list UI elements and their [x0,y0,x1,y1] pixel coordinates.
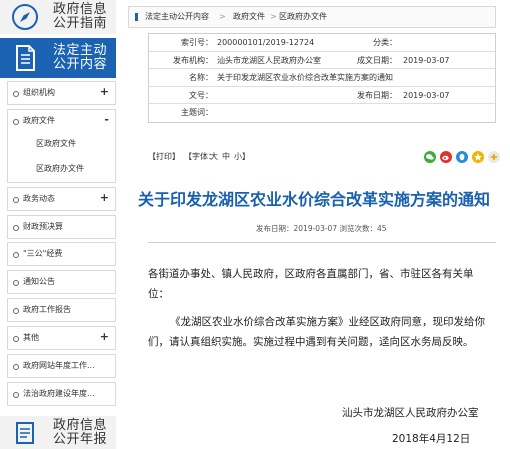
body-paragraph-line1: 《龙湖区农业水价综合改革实施方案》业经区政府同意，现印发给你 [170,316,485,328]
name-label: 名称： [189,73,213,82]
bullet-icon [13,252,19,258]
breadcrumb-separator: > [270,12,277,21]
gov-info-annual-report-header[interactable]: 政府信息 公开年报 [0,416,116,449]
weibo-icon[interactable] [440,151,452,163]
breadcrumb-item-statutory[interactable]: 法定主动公开内容 [145,7,209,27]
gov-info-guide-line2: 公开指南 [52,16,107,31]
breadcrumb-item-gov-docs[interactable]: 政府文件 [233,7,265,27]
publisher-value: 汕头市龙湖区人民政府办公室 [217,55,321,65]
document-meta-table: 索引号： 200000101/2019-12724 分类： 发布机构： 汕头市龙… [148,33,496,123]
breadcrumb-separator: > [219,12,226,21]
sidebar-item-label: 政府工作报告 [23,305,71,314]
wechat-icon[interactable] [424,151,436,163]
print-button[interactable]: 【打印】 [148,151,180,163]
bullet-icon [13,119,19,125]
sidebar-item-label: 政府文件 [23,116,55,125]
sidebar-item-label: 组织机构 [23,88,55,97]
signoff-organization: 汕头市龙湖区人民政府办公室 [342,407,479,419]
sidebar-item-label: 政府网站年度工作... [23,361,95,370]
sidebar-item-label: 财政预决算 [23,222,63,231]
signoff-date: 2018年4月12日 [392,433,471,445]
bullet-icon [13,197,19,203]
gov-info-guide-line1: 政府信息 [52,2,107,17]
publisher-label: 发布机构： [173,55,213,65]
document-publish-info: 发布日期：2019-03-07 浏览次数：45 [256,224,387,233]
sidebar: 政府信息 公开指南 法定主动 公开内容 组织机构 + 政府文件 - 区政府文件 … [0,0,116,449]
sidebar-item-law-annual[interactable]: 法治政府建设年度... [7,382,116,406]
document-icon [16,45,35,71]
publish-date-label: 发布日期： [357,90,397,100]
bullet-icon [13,91,19,97]
category-label: 分类： [373,38,397,47]
doc-number-label: 文号： [189,90,213,100]
sidebar-item-label: "三公"经费 [23,249,63,258]
gov-info-guide-header[interactable]: 政府信息 公开指南 [0,0,116,34]
expand-icon[interactable]: + [100,85,109,99]
sidebar-item-label: 其他 [23,333,39,342]
index-value: 200000101/2019-12724 [217,38,315,47]
statutory-disclosure-line1: 法定主动 [52,43,107,58]
sidebar-item-notice[interactable]: 通知公告 [7,270,116,294]
compass-icon [12,4,38,30]
keywords-label: 主题词： [181,108,213,117]
qq-icon[interactable] [456,151,468,163]
expand-icon[interactable]: + [100,191,109,205]
sidebar-item-docs[interactable]: 政府文件 - 区政府文件 区政府办文件 [7,109,116,183]
meta-row: 发布机构： 汕头市龙湖区人民政府办公室 成文日期： 2019-03-07 [149,52,495,69]
font-size-suffix: 】 [242,152,250,161]
sidebar-item-report[interactable]: 政府工作报告 [7,298,116,322]
sidebar-item-label: 通知公告 [23,277,55,286]
index-label: 索引号： [181,38,213,47]
share-icon[interactable] [488,151,500,163]
sidebar-subitem-office-docs[interactable]: 区政府办文件 [36,163,84,175]
font-small-button[interactable]: 小 [234,151,242,163]
annual-report-line1: 政府信息 [52,418,107,433]
sidebar-item-affairs[interactable]: 政务动态 + [7,187,116,211]
meta-row: 文号： 发布日期： 2019-03-07 [149,87,495,104]
sidebar-item-label: 政务动态 [23,194,55,203]
bullet-icon [13,364,19,370]
written-date-value: 2019-03-07 [403,55,450,65]
annual-report-icon [16,422,34,444]
qzone-icon[interactable] [472,151,484,163]
bullet-icon [13,225,19,231]
salutation-line2: 位： [148,288,169,300]
written-date-label: 成文日期： [357,55,397,65]
sidebar-item-sangong[interactable]: "三公"经费 [7,242,116,266]
sidebar-item-budget[interactable]: 财政预决算 [7,215,116,239]
collapse-icon[interactable]: - [104,113,109,127]
font-large-button[interactable]: 大 [210,151,218,163]
meta-row: 主题词： [149,104,495,122]
breadcrumb: 法定主动公开内容 > 政府文件 > 区政府办文件 [128,6,496,28]
sidebar-item-label: 法治政府建设年度... [23,389,95,398]
breadcrumb-item-office-docs[interactable]: 区政府办文件 [279,7,327,27]
meta-row: 索引号： 200000101/2019-12724 分类： [149,34,495,52]
bullet-icon [13,280,19,286]
statutory-disclosure-line2: 公开内容 [52,57,107,72]
annual-report-line2: 公开年报 [52,432,107,447]
document-toolbar: 【打印】 【字体： 大 中 小 】 [148,150,500,166]
bullet-icon [13,336,19,342]
sidebar-item-other[interactable]: 其他 + [7,326,116,350]
bullet-icon [13,392,19,398]
bullet-icon [13,308,19,314]
divider [148,242,496,243]
body-paragraph-line2: 们，请认真组织实施。实施过程中遇到有关问题，迳向区水务局反映。 [148,336,474,348]
salutation-line1: 各街道办事处、镇人民政府，区政府各直属部门，省、市驻区各有关单 [148,268,474,280]
font-medium-button[interactable]: 中 [222,151,230,163]
sidebar-item-org[interactable]: 组织机构 + [7,81,116,105]
statutory-disclosure-header[interactable]: 法定主动 公开内容 [0,38,116,78]
name-value: 关于印发龙湖区农业水价综合改革实施方案的通知 [217,73,393,82]
expand-icon[interactable]: + [100,330,109,344]
meta-row: 名称： 关于印发龙湖区农业水价综合改革实施方案的通知 [149,69,495,87]
publish-date-value: 2019-03-07 [403,90,450,100]
sidebar-item-web-annual[interactable]: 政府网站年度工作... [7,354,116,378]
document-title: 关于印发龙湖区农业水价综合改革实施方案的通知 [137,190,490,209]
home-icon [135,13,138,21]
sidebar-subitem-district-docs[interactable]: 区政府文件 [36,138,76,150]
